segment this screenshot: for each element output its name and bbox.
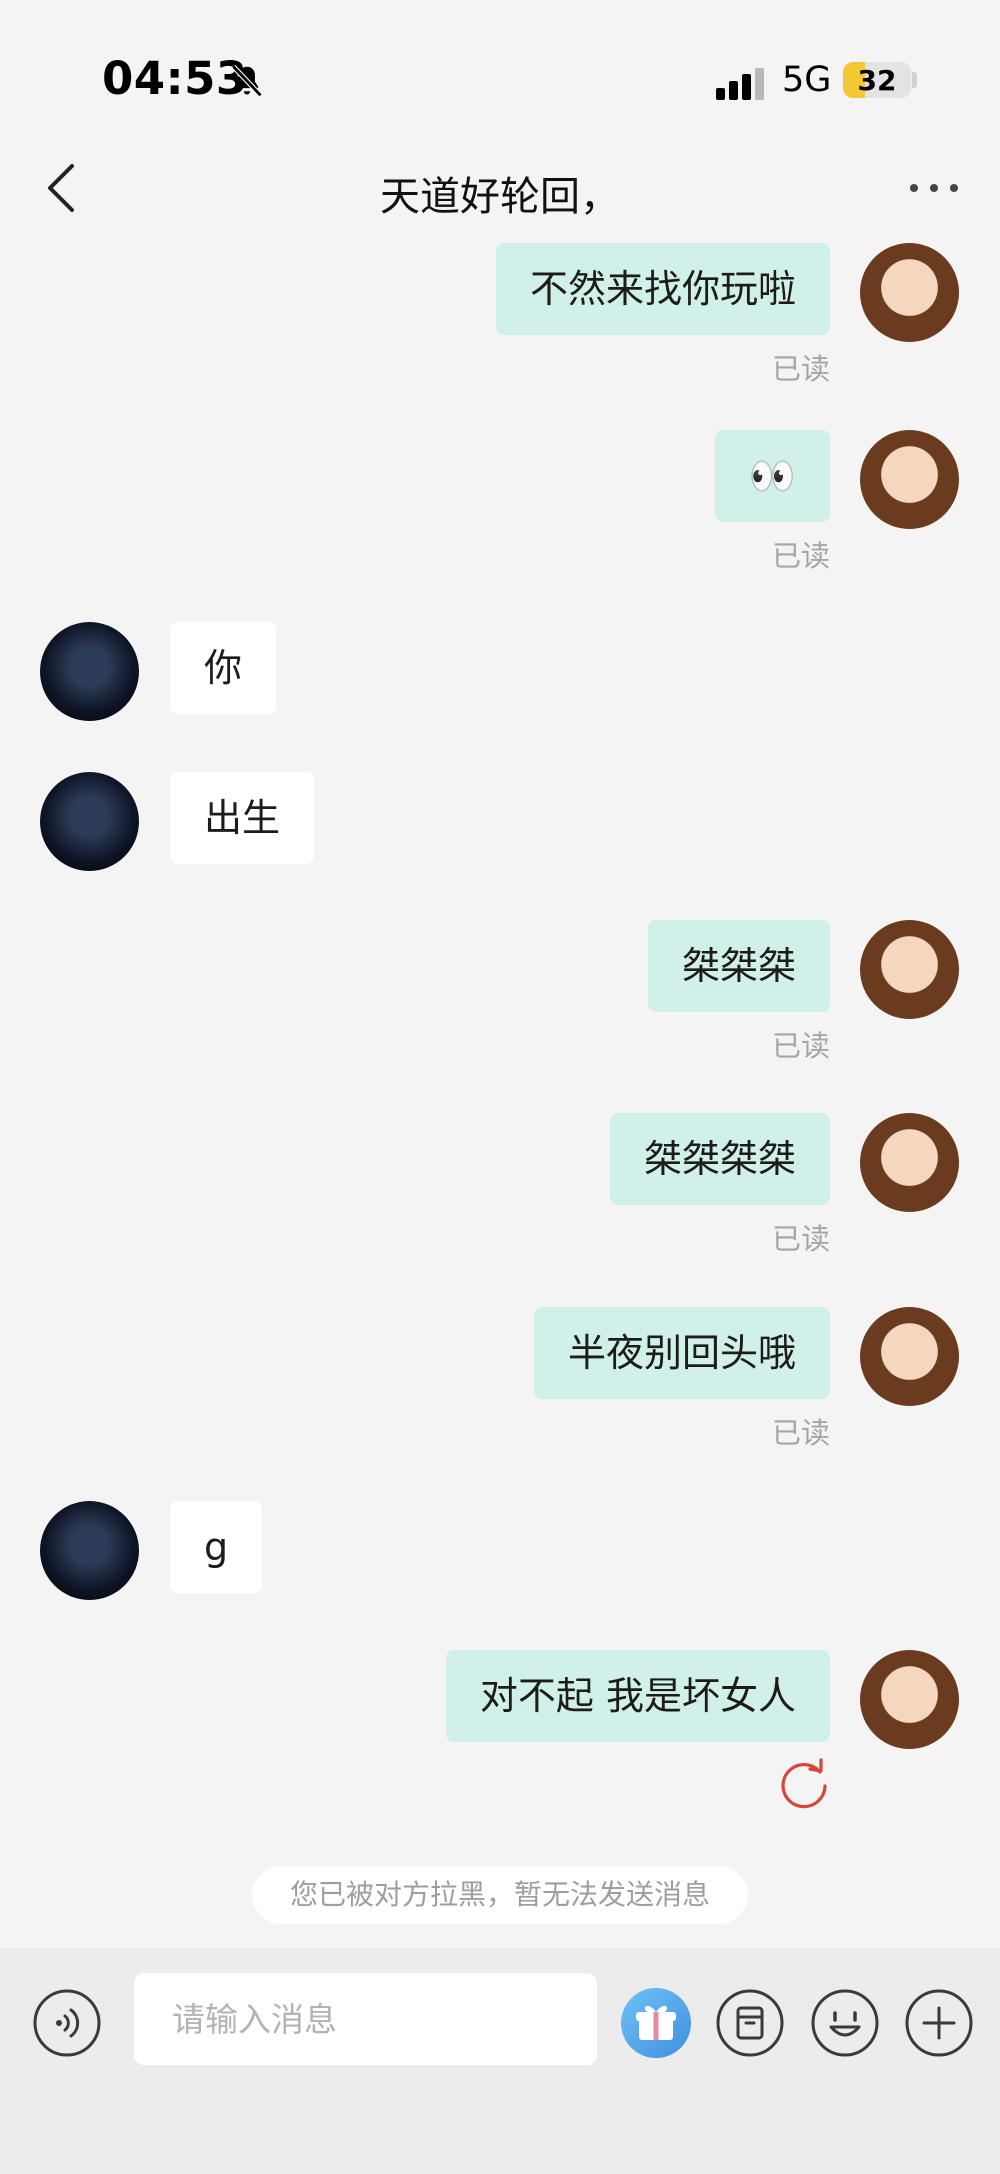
message-bubble[interactable]: 你 — [170, 622, 277, 714]
blocked-notice: 您已被对方拉黑，暂无法发送消息 — [252, 1866, 748, 1924]
message-list[interactable]: 不然来找你玩啦 已读 👀 已读你出生 桀桀桀 已读 桀桀桀桀 已读 半夜别回头哦 已读 g 对不起 我… — [0, 0, 1000, 1840]
chat-screen: 04:53 5G 32 不然来找你玩啦 已读 👀 已读你出生 桀桀桀 已读 桀桀桀桀 已读 半夜… — [0, 0, 1000, 2174]
my-avatar[interactable] — [860, 920, 959, 1019]
contact-avatar[interactable] — [40, 622, 139, 721]
gift-icon[interactable] — [621, 1988, 691, 2058]
read-receipt: 已读 — [771, 1029, 830, 1063]
read-receipt: 已读 — [771, 352, 830, 386]
chat-title: 天道好轮回， — [380, 174, 620, 220]
message-bubble[interactable]: 出生 — [170, 772, 315, 864]
my-avatar[interactable] — [860, 1113, 959, 1212]
emoji-icon[interactable] — [810, 1988, 880, 2058]
my-avatar[interactable] — [860, 1650, 959, 1749]
message-bubble[interactable]: g — [170, 1501, 263, 1593]
message-bubble[interactable]: 桀桀桀 — [647, 920, 830, 1012]
read-receipt: 已读 — [771, 1222, 830, 1256]
plus-icon[interactable] — [904, 1988, 974, 2058]
sticker-box-icon[interactable] — [715, 1988, 785, 2058]
message-input[interactable] — [134, 1973, 597, 2065]
my-avatar[interactable] — [860, 430, 959, 529]
voice-icon[interactable] — [32, 1988, 102, 2058]
my-avatar[interactable] — [860, 243, 959, 342]
message-bubble[interactable]: 👀 — [714, 430, 830, 522]
message-bubble[interactable]: 半夜别回头哦 — [533, 1307, 830, 1399]
more-icon[interactable] — [906, 166, 962, 210]
my-avatar[interactable] — [860, 1307, 959, 1406]
read-receipt: 已读 — [771, 539, 830, 573]
contact-avatar[interactable] — [40, 1501, 139, 1600]
message-bubble[interactable]: 桀桀桀桀 — [609, 1113, 830, 1205]
message-bubble[interactable]: 对不起 我是坏女人 — [445, 1650, 830, 1742]
message-bubble[interactable]: 不然来找你玩啦 — [495, 243, 830, 335]
read-receipt: 已读 — [771, 1416, 830, 1450]
resend-icon[interactable] — [776, 1755, 834, 1813]
back-arrow-icon[interactable] — [36, 156, 92, 220]
contact-avatar[interactable] — [40, 772, 139, 871]
